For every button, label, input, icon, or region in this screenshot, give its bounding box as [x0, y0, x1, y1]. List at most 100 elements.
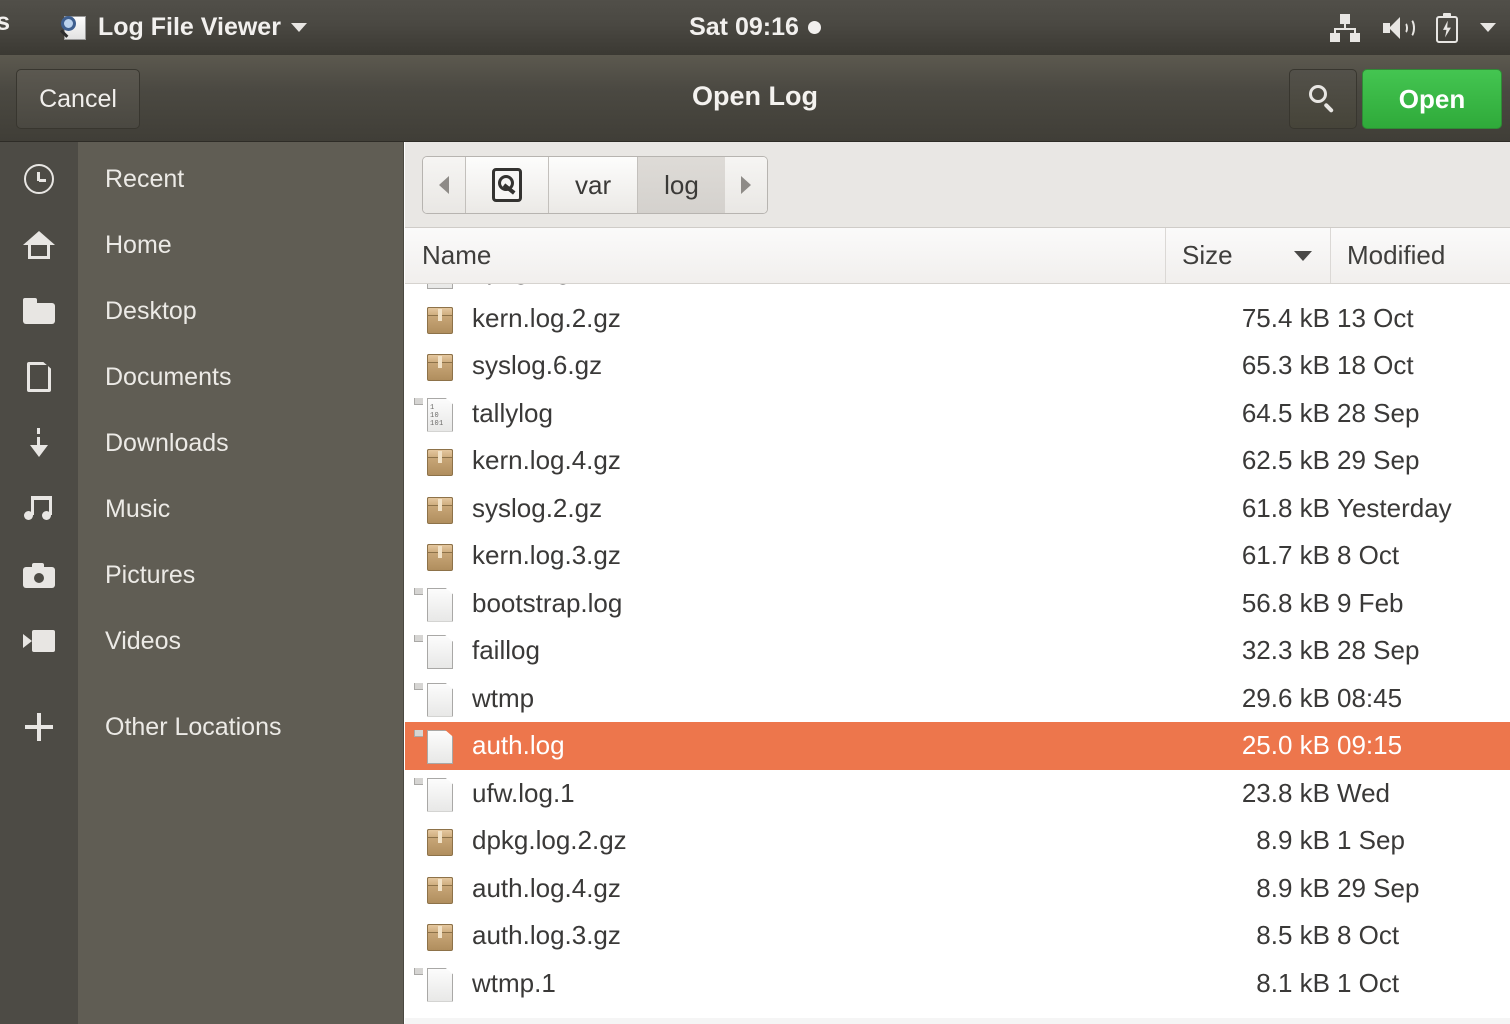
file-modified: 8 Oct — [1337, 540, 1400, 571]
file-modified: 29 Sep — [1337, 445, 1420, 476]
folder-icon — [0, 278, 78, 344]
column-header-label: Size — [1182, 240, 1233, 270]
clock-menu[interactable]: Sat 09:16 — [0, 13, 1510, 42]
column-header-name[interactable]: Name — [422, 228, 491, 283]
file-modified: 29 Sep — [1337, 872, 1420, 903]
sidebar-item-downloads[interactable]: Downloads — [0, 410, 404, 476]
home-icon — [0, 212, 78, 278]
download-arrow-icon — [0, 410, 78, 476]
sidebar-item-home[interactable]: Home — [0, 212, 404, 278]
file-size: 8.1 kB — [1256, 967, 1330, 998]
network-icon[interactable] — [1330, 13, 1360, 42]
table-row[interactable]: kern.log.4.gz 62.5 kB 29 Sep — [405, 437, 1510, 485]
sidebar-item-label: Videos — [105, 626, 181, 655]
breadcrumb-label: log — [664, 169, 699, 200]
sidebar-item-label: Recent — [105, 164, 185, 193]
search-button[interactable] — [1289, 69, 1357, 129]
breadcrumb-item-var[interactable]: var — [549, 157, 639, 213]
column-header-size[interactable]: Size — [1165, 228, 1330, 283]
file-modified: 8 Oct — [1337, 920, 1400, 951]
table-row[interactable]: auth.log.4.gz 8.9 kB 29 Sep — [405, 865, 1510, 913]
system-top-bar: es Log File Viewer Sat 09:16 — [0, 0, 1510, 55]
sidebar-item-label: Documents — [105, 362, 232, 391]
clock-icon — [0, 146, 78, 212]
places-sidebar: Recent Home Desktop Documents Downloads … — [0, 142, 404, 1024]
column-header-label: Modified — [1347, 240, 1446, 270]
file-modified: 1 Sep — [1337, 825, 1405, 856]
sidebar-item-recent[interactable]: Recent — [0, 146, 404, 212]
table-row[interactable]: syslog.6.gz 65.3 kB 18 Oct — [405, 342, 1510, 390]
file-modified: 18 Oct — [1337, 350, 1414, 381]
breadcrumb-item-log[interactable]: log — [638, 157, 725, 213]
file-size: 61.7 kB — [1241, 540, 1330, 571]
sidebar-item-other-locations[interactable]: Other Locations — [0, 694, 404, 760]
system-menu-chevron-icon[interactable] — [1480, 23, 1496, 32]
triangle-down-icon — [1294, 250, 1312, 261]
document-icon — [0, 344, 78, 410]
file-size: 25.0 kB — [1241, 730, 1330, 761]
file-modified: 28 Sep — [1337, 635, 1420, 666]
file-name: wtmp.1 — [472, 967, 556, 998]
file-modified: Wed — [1337, 777, 1390, 808]
table-row[interactable]: syslog.2.gz 61.8 kB Yesterday — [405, 485, 1510, 533]
file-modified: 1 Oct — [1337, 967, 1400, 998]
file-list[interactable]: dpkg.log.1 103.4 kB 1 Oct kern.log.2.gz 75.4… — [405, 284, 1510, 1024]
sidebar-item-desktop[interactable]: Desktop — [0, 278, 404, 344]
table-row[interactable]: auth.log 25.0 kB 09:15 — [405, 722, 1510, 770]
column-header-label: Name — [422, 240, 492, 270]
table-row[interactable]: auth.log.3.gz 8.5 kB 8 Oct — [405, 912, 1510, 960]
file-modified: 1 Oct — [1337, 284, 1399, 286]
file-size: 103.4 kB — [1165, 284, 1330, 286]
file-name: auth.log.4.gz — [472, 872, 621, 903]
sidebar-item-label: Downloads — [105, 428, 229, 457]
table-row[interactable]: wtmp.1 8.1 kB 1 Oct — [405, 960, 1510, 1008]
clock-label: Sat 09:16 — [689, 13, 799, 41]
breadcrumb: var log — [422, 156, 768, 214]
sidebar-item-label: Other Locations — [105, 712, 282, 741]
sidebar-item-videos[interactable]: Videos — [0, 608, 404, 674]
breadcrumb-drive-button[interactable] — [466, 157, 549, 213]
file-size: 8.5 kB — [1256, 920, 1330, 951]
file-name: dpkg.log.2.gz — [472, 825, 627, 856]
video-camera-icon — [0, 608, 78, 674]
sidebar-item-label: Desktop — [105, 296, 197, 325]
sidebar-item-music[interactable]: Music — [0, 476, 404, 542]
recording-dot-icon — [807, 21, 821, 34]
battery-icon[interactable] — [1436, 12, 1458, 43]
file-name: bootstrap.log — [472, 587, 623, 618]
file-modified: 9 Feb — [1337, 587, 1404, 618]
file-name: wtmp — [472, 682, 535, 713]
file-size: 8.9 kB — [1256, 825, 1330, 856]
table-row[interactable]: kern.log.3.gz 61.7 kB 8 Oct — [405, 532, 1510, 580]
file-size: 65.3 kB — [1241, 350, 1330, 381]
file-modified: 08:45 — [1337, 682, 1403, 713]
sidebar-item-pictures[interactable]: Pictures — [0, 542, 404, 608]
table-row[interactable]: faillog 32.3 kB 28 Sep — [405, 627, 1510, 675]
open-button[interactable]: Open — [1362, 69, 1502, 129]
sidebar-item-label: Pictures — [105, 560, 196, 589]
volume-icon[interactable] — [1382, 14, 1415, 42]
sidebar-item-documents[interactable]: Documents — [0, 344, 404, 410]
chevron-left-icon — [439, 176, 449, 194]
column-header-modified[interactable]: Modified — [1330, 228, 1445, 283]
table-row[interactable]: dpkg.log.1 103.4 kB 1 Oct — [405, 284, 1510, 295]
table-row[interactable]: ufw.log.1 23.8 kB Wed — [405, 770, 1510, 818]
file-size: 8.9 kB — [1256, 872, 1330, 903]
file-name: kern.log.4.gz — [472, 445, 621, 476]
sidebar-item-label: Music — [105, 494, 171, 523]
table-row[interactable]: 1 10 101 tallylog 64.5 kB 28 Sep — [405, 390, 1510, 438]
breadcrumb-forward-button[interactable] — [724, 157, 767, 213]
breadcrumb-back-button[interactable] — [423, 157, 466, 213]
table-row[interactable]: kern.log.2.gz 75.4 kB 13 Oct — [405, 295, 1510, 343]
file-name: kern.log.2.gz — [472, 302, 621, 333]
table-row[interactable]: bootstrap.log 56.8 kB 9 Feb — [405, 580, 1510, 628]
file-modified: 09:15 — [1337, 730, 1403, 761]
column-headers: Name Size Modified — [405, 228, 1510, 284]
file-name: faillog — [472, 635, 540, 666]
plus-icon — [0, 694, 78, 760]
file-modified: Yesterday — [1337, 492, 1452, 523]
open-button-label: Open — [1398, 83, 1466, 114]
table-row[interactable]: wtmp 29.6 kB 08:45 — [405, 675, 1510, 723]
table-row[interactable]: dpkg.log.2.gz 8.9 kB 1 Sep — [405, 817, 1510, 865]
file-name: kern.log.3.gz — [472, 540, 621, 571]
